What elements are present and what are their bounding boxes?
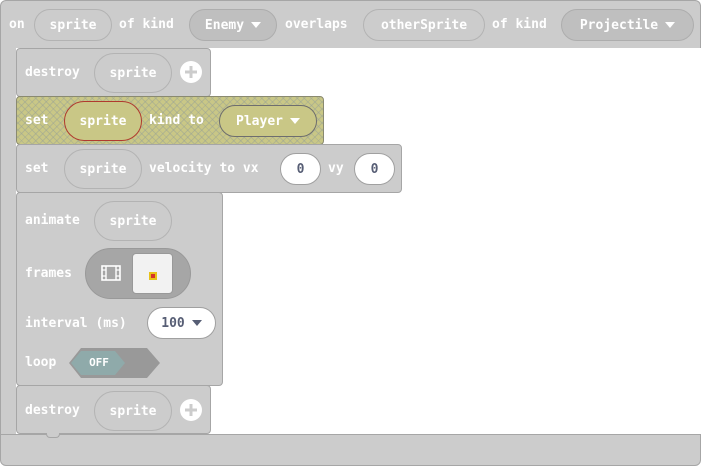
- velocity-label: velocity to vx: [149, 161, 259, 176]
- sprite-arg[interactable]: sprite: [64, 149, 142, 189]
- loop-toggle[interactable]: OFF: [67, 347, 161, 379]
- interval-dropdown[interactable]: 100: [147, 307, 216, 339]
- dropdown-caret-icon: [191, 320, 202, 326]
- of-kind-label: of kind: [119, 17, 174, 32]
- on-label: on: [9, 17, 25, 32]
- sprite-arg[interactable]: sprite: [94, 53, 172, 93]
- destroy-sprite-block-2[interactable]: destroy sprite: [16, 385, 211, 434]
- sprite-pixel-icon: [149, 272, 157, 280]
- dropdown-caret-icon: [251, 22, 262, 28]
- destroy-label: destroy: [25, 403, 80, 418]
- event-block-footer: [0, 434, 701, 466]
- destroy-label: destroy: [25, 65, 80, 80]
- sprite-arg[interactable]: sprite: [94, 201, 172, 241]
- other-sprite-param[interactable]: otherSprite: [363, 9, 485, 41]
- other-kind-dropdown[interactable]: Projectile: [561, 9, 694, 41]
- dropdown-caret-icon: [665, 22, 676, 28]
- overlaps-label: overlaps: [285, 17, 348, 32]
- other-kind-value: Projectile: [579, 17, 659, 33]
- set-velocity-block[interactable]: set sprite velocity to vx 0 vy 0: [16, 144, 402, 193]
- interval-label: interval (ms): [25, 316, 127, 331]
- kind-dropdown[interactable]: Enemy: [189, 9, 277, 41]
- loop-value: OFF: [89, 356, 109, 369]
- vx-input[interactable]: 0: [280, 153, 321, 185]
- destroy-sprite-block[interactable]: destroy sprite: [16, 48, 211, 97]
- set-kind-block[interactable]: set sprite kind to Player: [16, 96, 324, 145]
- kind-to-label: kind to: [149, 113, 204, 128]
- frame-thumbnail[interactable]: [132, 253, 173, 294]
- set-label: set: [25, 113, 49, 128]
- kind-value: Player: [236, 113, 283, 129]
- filmstrip-icon: [101, 265, 121, 281]
- sprite-arg[interactable]: sprite: [94, 391, 172, 431]
- plus-icon[interactable]: [180, 399, 202, 421]
- loop-label: loop: [25, 355, 57, 370]
- vy-label: vy: [328, 161, 344, 176]
- on-overlap-event-block[interactable]: on sprite of kind Enemy overlaps otherSp…: [0, 0, 701, 48]
- animate-block[interactable]: animate sprite frames interval (ms) 100 …: [16, 192, 223, 386]
- interval-value: 100: [161, 315, 185, 331]
- set-label: set: [25, 161, 49, 176]
- kind-value: Enemy: [204, 17, 245, 33]
- sprite-param[interactable]: sprite: [34, 9, 112, 41]
- dropdown-caret-icon: [289, 118, 300, 124]
- event-block-arm: [0, 47, 16, 437]
- of-kind-label-2: of kind: [492, 17, 547, 32]
- animate-label: animate: [25, 213, 80, 228]
- vy-input[interactable]: 0: [354, 153, 395, 185]
- sprite-arg[interactable]: sprite: [64, 101, 142, 141]
- frames-field[interactable]: [85, 248, 191, 299]
- plus-icon[interactable]: [180, 61, 202, 83]
- kind-dropdown[interactable]: Player: [219, 105, 317, 137]
- frames-label: frames: [25, 266, 72, 281]
- block-connector: [46, 433, 60, 438]
